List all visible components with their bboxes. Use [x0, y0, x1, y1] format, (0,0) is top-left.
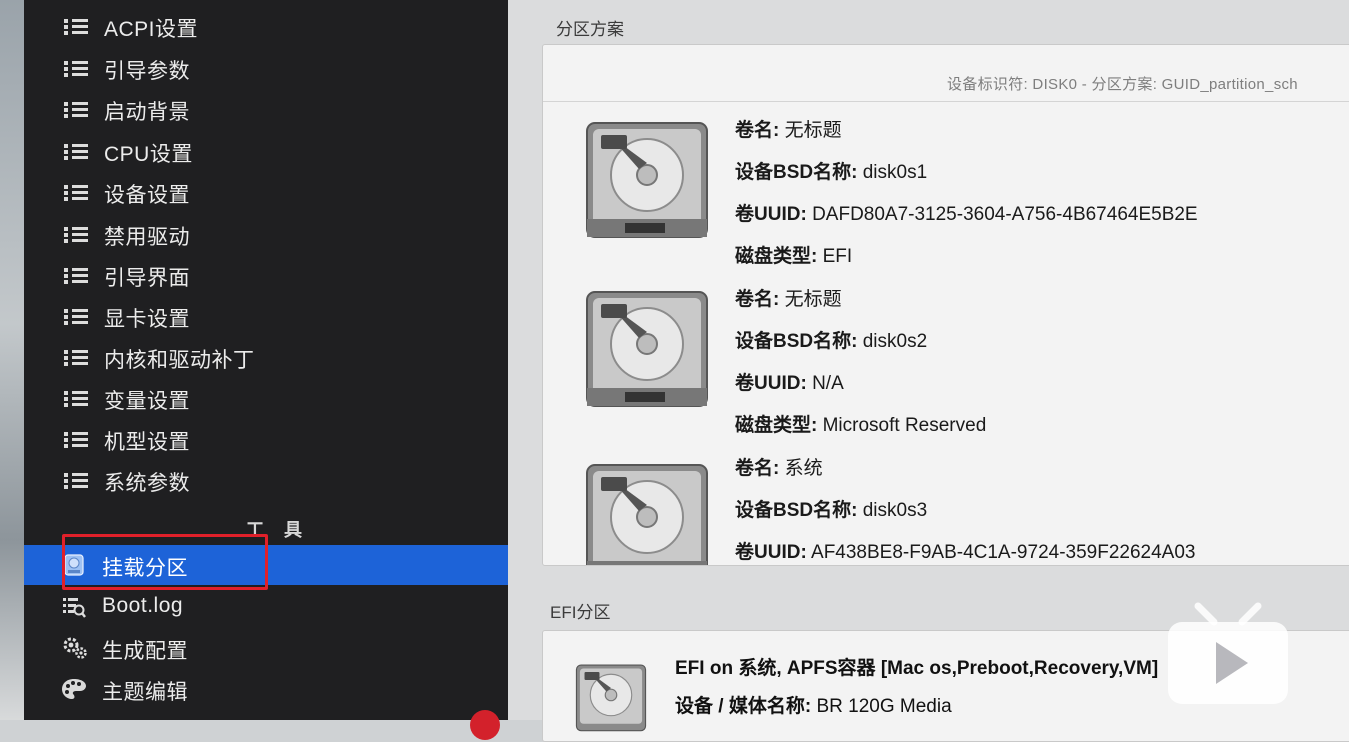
- sidebar-item-label: 生成配置: [102, 640, 188, 663]
- hard-drive-icon: [575, 664, 647, 732]
- partition-scheme-title: 分区方案: [556, 20, 624, 39]
- list-icon: [64, 101, 90, 119]
- sidebar-item-label: 引导参数: [104, 60, 190, 83]
- sidebar-item-label: 引导界面: [104, 267, 190, 290]
- sidebar-item-boot-log[interactable]: Boot.log: [24, 587, 508, 627]
- hard-drive-icon: [586, 464, 708, 565]
- volume-uuid: 卷UUID: DAFD80A7-3125-3604-A756-4B67464E5…: [735, 204, 1198, 225]
- partition-row[interactable]: 卷名: 无标题 设备BSD名称: disk0s1 卷UUID: DAFD80A7…: [543, 107, 1349, 275]
- partition-row[interactable]: 卷名: 无标题 设备BSD名称: disk0s2 卷UUID: N/A 磁盘类型…: [543, 276, 1349, 444]
- list-icon: [64, 308, 90, 326]
- list-icon: [64, 18, 90, 36]
- sidebar-item-label: 机型设置: [104, 431, 190, 454]
- sidebar-item-label: 禁用驱动: [104, 226, 190, 249]
- sidebar-item-label: ACPI设置: [104, 18, 199, 41]
- sidebar-item-label: CPU设置: [104, 143, 193, 166]
- list-icon: [64, 143, 90, 161]
- list-icon: [64, 267, 90, 285]
- sidebar-item-boot-graphics[interactable]: 启动背景: [24, 89, 508, 129]
- bsd-name: 设备BSD名称: disk0s3: [735, 500, 928, 521]
- sidebar-item-variables[interactable]: 变量设置: [24, 378, 508, 418]
- list-icon: [64, 390, 90, 408]
- list-icon: [64, 226, 90, 244]
- video-watermark-icon: [1168, 602, 1288, 704]
- sidebar-item-boot-args[interactable]: 引导参数: [24, 48, 508, 88]
- sidebar-item-graphics[interactable]: 显卡设置: [24, 296, 508, 336]
- volume-name: 卷名: 无标题: [735, 289, 842, 310]
- list-icon: [64, 60, 90, 78]
- partition-card: 设备标识符: DISK0 - 分区方案: GUID_partition_sch …: [542, 44, 1349, 566]
- log-icon: [62, 596, 86, 618]
- sidebar-item-label: 设备设置: [104, 184, 190, 207]
- disk-identifier: 设备标识符: DISK0 - 分区方案: GUID_partition_sch: [947, 76, 1298, 93]
- sidebar-item-smbios[interactable]: 机型设置: [24, 419, 508, 459]
- desktop-background: [0, 0, 24, 720]
- sidebar-item-label: 主题编辑: [102, 681, 188, 704]
- efi-section-title: EFI分区: [550, 603, 611, 622]
- hard-drive-icon: [586, 122, 708, 238]
- list-icon: [64, 184, 90, 202]
- list-icon: [64, 472, 90, 490]
- efi-media: 设备 / 媒体名称: BR 120G Media: [675, 696, 952, 717]
- sidebar-item-label: 内核和驱动补丁: [104, 349, 255, 372]
- sidebar-item-generate-config[interactable]: 生成配置: [24, 628, 508, 668]
- sidebar-item-acpi[interactable]: ACPI设置: [24, 6, 508, 46]
- volume-name: 卷名: 系统: [735, 458, 823, 479]
- efi-title: EFI on 系统, APFS容器 [Mac os,Preboot,Recove…: [675, 658, 1159, 679]
- sidebar-item-label: 系统参数: [104, 472, 190, 495]
- sidebar-item-cpu[interactable]: CPU设置: [24, 131, 508, 171]
- sidebar: ACPI设置 引导参数 启动背景 CPU设置 设备设置 禁用驱动 引导界面 显卡…: [24, 0, 508, 720]
- highlight-box: [62, 534, 268, 590]
- sidebar-item-label: 变量设置: [104, 390, 190, 413]
- hard-drive-icon: [586, 291, 708, 407]
- sidebar-item-devices[interactable]: 设备设置: [24, 172, 508, 212]
- disk-type: 磁盘类型: Microsoft Reserved: [735, 415, 987, 436]
- sidebar-item-disable-drivers[interactable]: 禁用驱动: [24, 214, 508, 254]
- sidebar-item-system-params[interactable]: 系统参数: [24, 460, 508, 500]
- red-indicator: [470, 710, 500, 740]
- sidebar-item-label: 启动背景: [104, 101, 190, 124]
- bsd-name: 设备BSD名称: disk0s2: [735, 331, 928, 352]
- sidebar-item-gui[interactable]: 引导界面: [24, 255, 508, 295]
- volume-uuid: 卷UUID: N/A: [735, 373, 844, 394]
- volume-uuid: 卷UUID: AF438BE8-F9AB-4C1A-9724-359F22624…: [735, 542, 1196, 563]
- sidebar-item-theme-editor[interactable]: 主题编辑: [24, 669, 508, 709]
- palette-icon: [60, 677, 88, 701]
- bsd-name: 设备BSD名称: disk0s1: [735, 162, 928, 183]
- sidebar-item-label: 显卡设置: [104, 308, 190, 331]
- partition-row[interactable]: 卷名: 系统 设备BSD名称: disk0s3 卷UUID: AF438BE8-…: [543, 445, 1349, 565]
- disk-header: 设备标识符: DISK0 - 分区方案: GUID_partition_sch: [543, 45, 1349, 102]
- list-icon: [64, 349, 90, 367]
- disk-type: 磁盘类型: EFI: [735, 246, 853, 267]
- sidebar-item-kernel-patches[interactable]: 内核和驱动补丁: [24, 337, 508, 377]
- gear-icon: [62, 636, 88, 660]
- volume-name: 卷名: 无标题: [735, 120, 842, 141]
- list-icon: [64, 431, 90, 449]
- sidebar-item-label: Boot.log: [102, 594, 184, 617]
